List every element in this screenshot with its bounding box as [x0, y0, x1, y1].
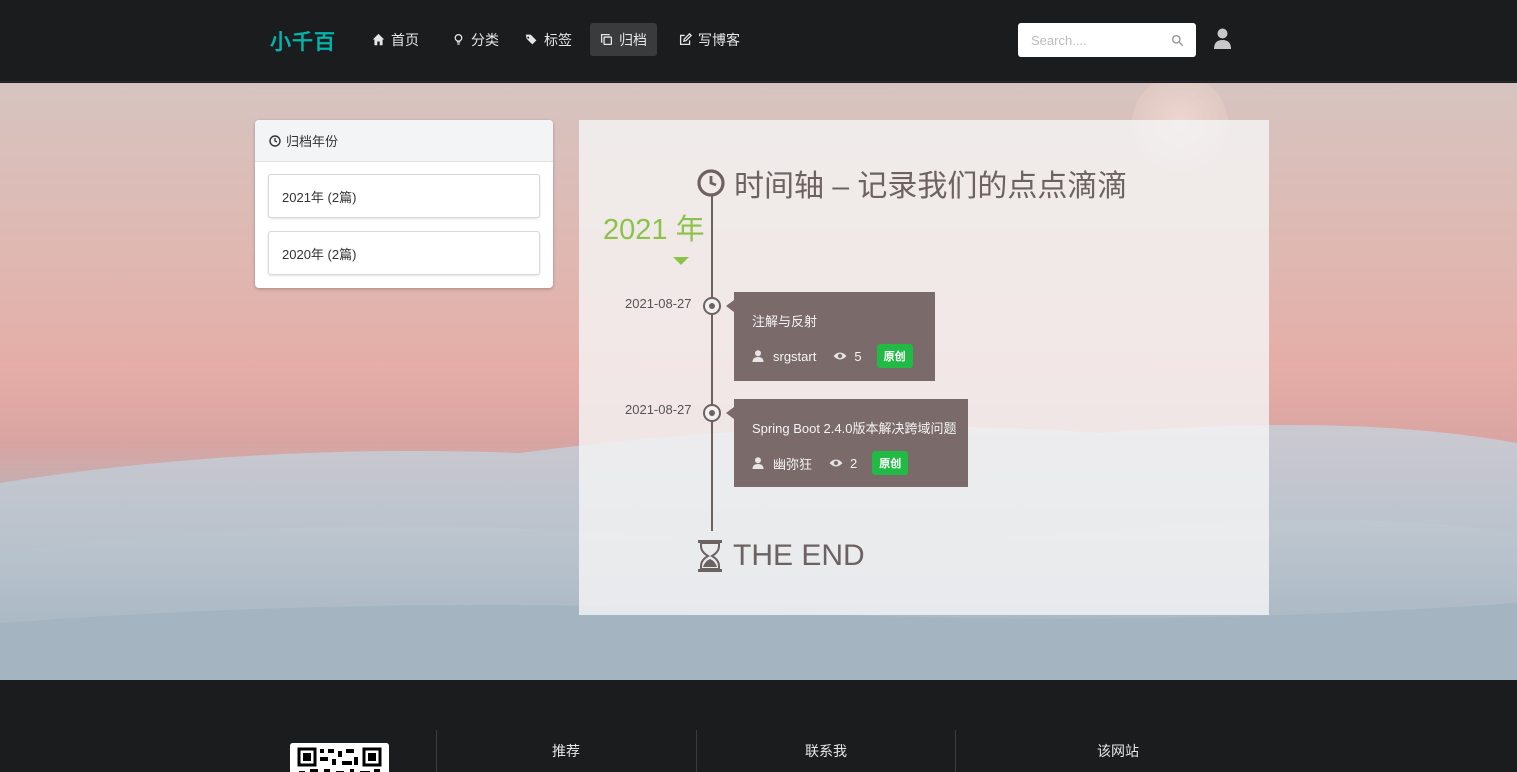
qr-code-image: [290, 743, 389, 772]
footer-divider: [955, 730, 956, 772]
original-badge: 原创: [876, 344, 913, 368]
home-icon: [372, 33, 385, 46]
clock-icon: [269, 134, 281, 147]
timeline-dot-icon: [703, 297, 721, 315]
nav-home-label: 首页: [391, 31, 419, 48]
nav-categories-label: 分类: [471, 31, 499, 48]
timeline-post-card[interactable]: Spring Boot 2.4.0版本解决跨域问题 幽弥狂 2 原创: [726, 399, 968, 487]
timeline-post-card[interactable]: 注解与反射 srgstart 5 原创: [726, 292, 935, 381]
post-view-count: 2: [850, 455, 858, 471]
top-navbar: 小千百 首页 分类 标签 归档 写博客: [0, 0, 1517, 82]
nav-tags[interactable]: 标签: [515, 23, 582, 56]
timeline-panel: 时间轴 – 记录我们的点点滴滴 2021 年 2021-08-27 注解与反射 …: [579, 120, 1269, 615]
archive-year-header: 归档年份: [255, 120, 553, 162]
nav-write-blog[interactable]: 写博客: [669, 23, 750, 56]
footer-col-recommend: 推荐: [552, 743, 580, 759]
post-date: 2021-08-27: [625, 296, 692, 311]
post-author: 幽弥狂: [773, 456, 813, 472]
footer-divider: [436, 730, 437, 772]
post-meta: 幽弥狂 2 原创: [752, 451, 950, 475]
post-meta: srgstart 5 原创: [752, 344, 917, 368]
year-button-2021[interactable]: 2021年 (2篇): [268, 174, 540, 218]
eye-icon: [829, 459, 843, 467]
post-title-link[interactable]: 注解与反射: [752, 311, 917, 330]
nav-categories[interactable]: 分类: [442, 23, 509, 56]
post-title-link[interactable]: Spring Boot 2.4.0版本解决跨域问题: [752, 418, 956, 437]
site-footer: 推荐 联系我 该网站: [0, 680, 1517, 772]
year-button-2020[interactable]: 2020年 (2篇): [268, 231, 540, 275]
post-view-count: 5: [854, 348, 862, 364]
search-box: [1018, 23, 1196, 57]
timeline-end-label: THE END: [733, 539, 865, 572]
tags-icon: [525, 34, 537, 45]
user-icon[interactable]: [1213, 28, 1232, 49]
clone-icon: [600, 33, 613, 46]
timeline-axis: [711, 195, 713, 531]
caret-down-icon[interactable]: [673, 257, 689, 265]
footer-divider: [696, 730, 697, 772]
user-icon: [752, 457, 764, 469]
timeline-year-label[interactable]: 2021 年: [603, 206, 705, 248]
nav-archive[interactable]: 归档: [590, 23, 657, 56]
search-icon[interactable]: [1171, 34, 1184, 47]
post-views: 5: [833, 348, 862, 364]
brand-logo[interactable]: 小千百: [270, 26, 336, 56]
nav-write-blog-label: 写博客: [698, 31, 740, 48]
eye-icon: [833, 352, 847, 360]
archive-year-card: 归档年份 2021年 (2篇) 2020年 (2篇): [255, 120, 553, 288]
user-icon: [752, 350, 764, 362]
original-badge: 原创: [872, 451, 909, 475]
nav-archive-label: 归档: [619, 31, 647, 48]
search-input[interactable]: [1018, 25, 1163, 55]
footer-col-contact: 联系我: [805, 743, 847, 759]
archive-year-title: 归档年份: [286, 134, 339, 149]
post-author: srgstart: [773, 348, 817, 364]
nav-tags-label: 标签: [544, 31, 572, 48]
timeline-heading-text: 时间轴 – 记录我们的点点滴滴: [734, 170, 1128, 203]
nav-home[interactable]: 首页: [362, 23, 429, 56]
timeline-dot-icon: [703, 404, 721, 422]
post-views: 2: [829, 456, 857, 471]
hourglass-icon: [698, 540, 722, 572]
footer-col-site: 该网站: [1097, 743, 1139, 759]
post-date: 2021-08-27: [625, 402, 692, 417]
lightbulb-icon: [454, 33, 463, 45]
timeline-end: THE END: [697, 539, 865, 573]
edit-icon: [679, 33, 692, 46]
clock-icon: [697, 169, 725, 197]
timeline-heading: 时间轴 – 记录我们的点点滴滴: [697, 161, 1127, 205]
